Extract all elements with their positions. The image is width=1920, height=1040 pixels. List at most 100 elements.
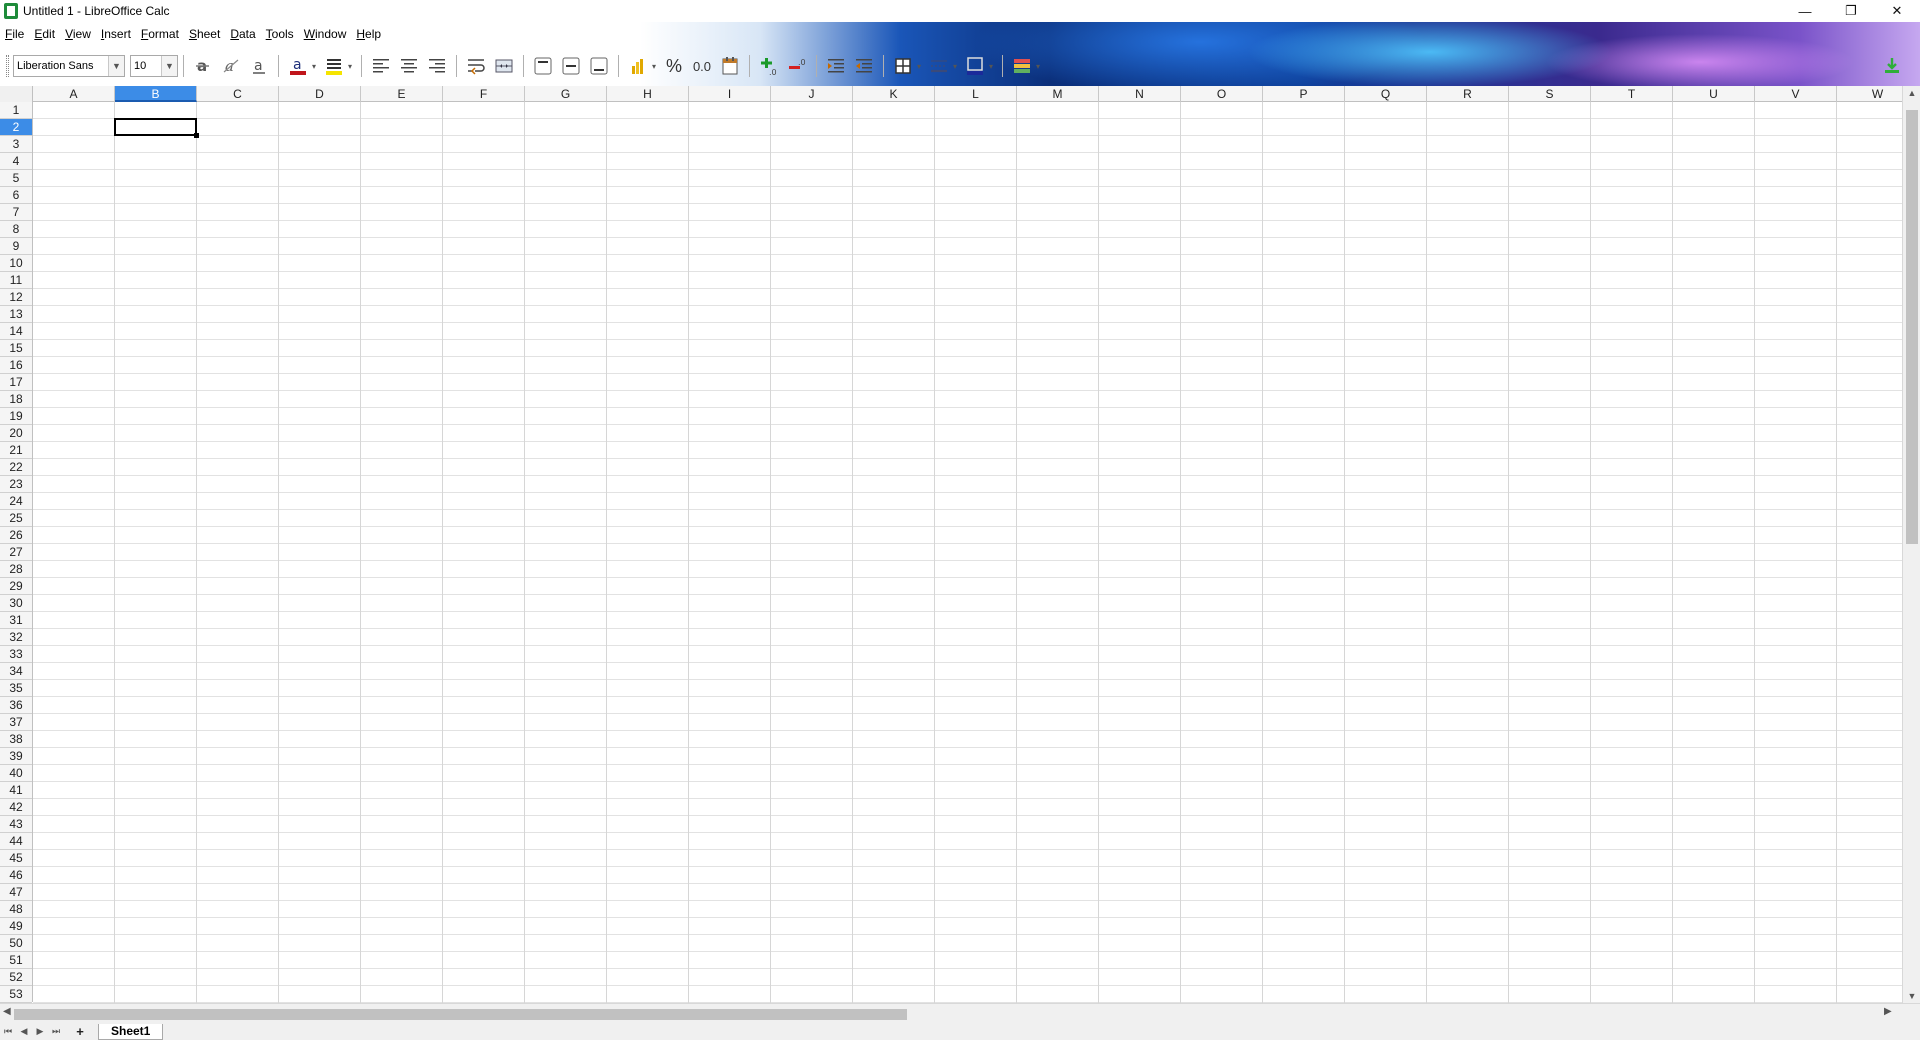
border-color-button[interactable] [961, 53, 989, 79]
row-header-40[interactable]: 40 [0, 765, 32, 782]
close-button[interactable]: ✕ [1874, 0, 1920, 22]
row-header-52[interactable]: 52 [0, 969, 32, 986]
row-header-10[interactable]: 10 [0, 255, 32, 272]
spreadsheet-grid[interactable] [33, 102, 1902, 1003]
delete-decimal-button[interactable]: .0 [783, 53, 811, 79]
merge-center-button[interactable] [490, 53, 518, 79]
row-header-39[interactable]: 39 [0, 748, 32, 765]
row-header-25[interactable]: 25 [0, 510, 32, 527]
select-all-corner[interactable] [0, 86, 33, 102]
chevron-down-icon[interactable]: ▼ [161, 56, 177, 76]
row-header-18[interactable]: 18 [0, 391, 32, 408]
chevron-down-icon[interactable]: ▾ [953, 62, 961, 71]
scroll-up-icon[interactable]: ▲ [1903, 86, 1920, 100]
row-header-2[interactable]: 2 [0, 119, 32, 136]
align-left-button[interactable] [367, 53, 395, 79]
column-header-i[interactable]: I [689, 86, 771, 102]
wrap-text-button[interactable] [462, 53, 490, 79]
align-right-button[interactable] [423, 53, 451, 79]
menu-help[interactable]: Help [351, 27, 386, 41]
row-header-29[interactable]: 29 [0, 578, 32, 595]
row-header-37[interactable]: 37 [0, 714, 32, 731]
bold-button[interactable]: a [189, 53, 217, 79]
row-header-19[interactable]: 19 [0, 408, 32, 425]
row-header-36[interactable]: 36 [0, 697, 32, 714]
row-header-21[interactable]: 21 [0, 442, 32, 459]
row-header-30[interactable]: 30 [0, 595, 32, 612]
column-header-k[interactable]: K [853, 86, 935, 102]
align-bottom-button[interactable] [585, 53, 613, 79]
column-header-u[interactable]: U [1673, 86, 1755, 102]
last-sheet-icon[interactable]: ⏭ [48, 1024, 64, 1040]
font-size-combo[interactable]: 10 ▼ [130, 55, 178, 77]
chevron-down-icon[interactable]: ▾ [917, 62, 925, 71]
row-header-17[interactable]: 17 [0, 374, 32, 391]
row-header-11[interactable]: 11 [0, 272, 32, 289]
first-sheet-icon[interactable]: ⏮ [0, 1024, 16, 1040]
column-header-a[interactable]: A [33, 86, 115, 102]
horizontal-scrollbar[interactable]: ◀ ▶ [0, 1003, 1920, 1023]
menu-view[interactable]: View [60, 27, 96, 41]
column-header-d[interactable]: D [279, 86, 361, 102]
column-header-b[interactable]: B [115, 86, 197, 102]
row-header-51[interactable]: 51 [0, 952, 32, 969]
row-header-5[interactable]: 5 [0, 170, 32, 187]
row-header-14[interactable]: 14 [0, 323, 32, 340]
row-header-6[interactable]: 6 [0, 187, 32, 204]
row-header-41[interactable]: 41 [0, 782, 32, 799]
column-header-g[interactable]: G [525, 86, 607, 102]
row-header-31[interactable]: 31 [0, 612, 32, 629]
row-header-35[interactable]: 35 [0, 680, 32, 697]
column-header-c[interactable]: C [197, 86, 279, 102]
scroll-right-icon[interactable]: ▶ [1884, 1006, 1892, 1017]
chevron-down-icon[interactable]: ▾ [652, 62, 660, 71]
column-header-n[interactable]: N [1099, 86, 1181, 102]
restore-button[interactable]: ❐ [1828, 0, 1874, 22]
row-header-53[interactable]: 53 [0, 986, 32, 1003]
column-header-e[interactable]: E [361, 86, 443, 102]
chevron-down-icon[interactable]: ▾ [1036, 62, 1044, 71]
column-header-j[interactable]: J [771, 86, 853, 102]
increase-indent-button[interactable] [822, 53, 850, 79]
row-header-27[interactable]: 27 [0, 544, 32, 561]
row-header-43[interactable]: 43 [0, 816, 32, 833]
row-header-38[interactable]: 38 [0, 731, 32, 748]
row-header-8[interactable]: 8 [0, 221, 32, 238]
row-header-50[interactable]: 50 [0, 935, 32, 952]
add-sheet-icon[interactable]: + [72, 1024, 88, 1040]
menu-sheet[interactable]: Sheet [184, 27, 225, 41]
row-header-44[interactable]: 44 [0, 833, 32, 850]
row-header-16[interactable]: 16 [0, 357, 32, 374]
row-header-47[interactable]: 47 [0, 884, 32, 901]
column-header-v[interactable]: V [1755, 86, 1837, 102]
row-header-1[interactable]: 1 [0, 102, 32, 119]
menu-window[interactable]: Window [299, 27, 352, 41]
prev-sheet-icon[interactable]: ◀ [16, 1024, 32, 1040]
row-header-46[interactable]: 46 [0, 867, 32, 884]
column-header-l[interactable]: L [935, 86, 1017, 102]
update-available-button[interactable] [1878, 53, 1906, 79]
vertical-scrollbar[interactable]: ▲ ▼ [1902, 86, 1920, 1003]
menu-insert[interactable]: Insert [96, 27, 136, 41]
horizontal-scroll-thumb[interactable] [14, 1009, 907, 1020]
vertical-scroll-thumb[interactable] [1906, 110, 1918, 544]
column-header-p[interactable]: P [1263, 86, 1345, 102]
align-center-button[interactable] [395, 53, 423, 79]
underline-button[interactable]: a [245, 53, 273, 79]
row-header-32[interactable]: 32 [0, 629, 32, 646]
border-style-button[interactable] [925, 53, 953, 79]
next-sheet-icon[interactable]: ▶ [32, 1024, 48, 1040]
italic-button[interactable]: a [217, 53, 245, 79]
row-header-20[interactable]: 20 [0, 425, 32, 442]
percent-format-button[interactable]: % [660, 53, 688, 79]
row-header-45[interactable]: 45 [0, 850, 32, 867]
highlight-color-button[interactable] [320, 53, 348, 79]
row-header-4[interactable]: 4 [0, 153, 32, 170]
borders-button[interactable] [889, 53, 917, 79]
column-header-q[interactable]: Q [1345, 86, 1427, 102]
row-header-28[interactable]: 28 [0, 561, 32, 578]
menu-file[interactable]: File [0, 27, 29, 41]
font-name-combo[interactable]: Liberation Sans ▼ [13, 55, 125, 77]
row-header-42[interactable]: 42 [0, 799, 32, 816]
row-header-9[interactable]: 9 [0, 238, 32, 255]
